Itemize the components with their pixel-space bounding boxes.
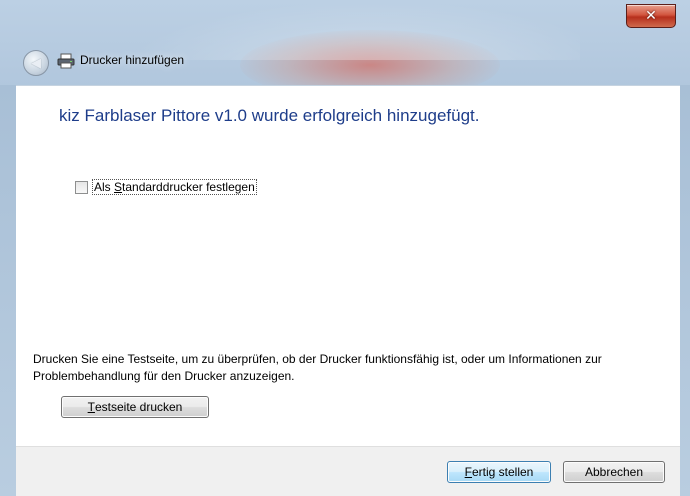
- title-sheen: [120, 0, 580, 60]
- window-frame-left: [0, 85, 16, 496]
- print-test-page-button[interactable]: Testseite drucken: [61, 396, 209, 418]
- back-arrow-icon: ◀: [31, 55, 41, 71]
- finish-button-label: ertig stellen: [471, 465, 534, 479]
- label-suffix: tandarddrucker festlegen: [122, 180, 255, 194]
- label-prefix: Als: [94, 180, 115, 194]
- window-title: Drucker hinzufügen: [80, 53, 185, 67]
- wizard-content: kiz Farblaser Pittore v1.0 wurde erfolgr…: [16, 85, 680, 446]
- page-title: kiz Farblaser Pittore v1.0 wurde erfolgr…: [59, 106, 480, 125]
- finish-button[interactable]: Fertig stellen: [447, 461, 551, 483]
- cancel-button[interactable]: Abbrechen: [563, 461, 665, 483]
- back-button[interactable]: ◀: [23, 50, 49, 76]
- close-icon: ✕: [645, 8, 657, 24]
- default-printer-option[interactable]: Als Standarddrucker festlegen: [75, 179, 257, 195]
- printer-icon: [57, 53, 75, 69]
- test-button-label: estseite drucken: [94, 400, 183, 414]
- test-button-accelerator: T: [87, 400, 95, 414]
- test-page-info: Drucken Sie eine Testseite, um zu überpr…: [33, 352, 602, 383]
- wizard-footer: Fertig stellen Abbrechen: [16, 446, 680, 496]
- window-frame-right: [680, 85, 690, 496]
- default-printer-checkbox[interactable]: [75, 180, 88, 194]
- label-accelerator: S: [114, 180, 123, 194]
- default-printer-label[interactable]: Als Standarddrucker festlegen: [92, 179, 257, 195]
- finish-button-accelerator: F: [464, 465, 472, 479]
- close-button[interactable]: ✕: [626, 4, 676, 28]
- add-printer-window: ✕ ◀ Drucker hinzufügen kiz Farblaser Pit…: [0, 0, 690, 496]
